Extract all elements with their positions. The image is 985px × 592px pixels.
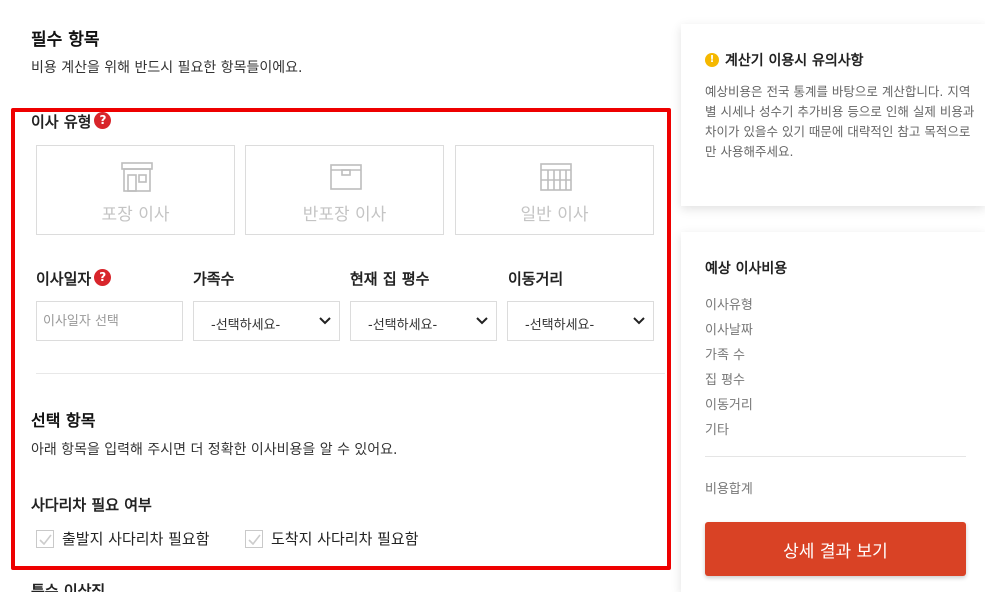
estimate-item-move-date: 이사날짜	[705, 323, 753, 338]
checkbox-box[interactable]	[245, 529, 263, 548]
move-type-option-half-packing[interactable]: 반포장 이사	[245, 145, 444, 235]
required-section-title: 필수 항목	[31, 30, 100, 50]
chevron-down-icon	[476, 317, 488, 325]
distance-field-label: 이동거리	[508, 270, 564, 288]
move-type-option-general[interactable]: 일반 이사	[455, 145, 654, 235]
move-type-option-label: 포장 이사	[101, 205, 170, 225]
detail-result-button[interactable]: 상세 결과 보기	[705, 522, 966, 576]
optional-section-title: 선택 항목	[31, 411, 96, 430]
family-select-value: -선택하세요-	[211, 318, 281, 333]
estimate-item-other: 기타	[705, 423, 729, 438]
estimate-divider	[705, 456, 966, 457]
date-help-icon[interactable]: ?	[94, 269, 112, 286]
move-type-option-label: 반포장 이사	[302, 205, 387, 225]
distance-select[interactable]: -선택하세요-	[507, 301, 654, 341]
chevron-down-icon	[319, 317, 331, 325]
check-icon	[39, 534, 52, 545]
ladder-section-title: 사다리차 필요 여부	[31, 496, 152, 514]
notice-title-text: 계산기 이용시 유의사항	[725, 53, 864, 69]
ladder-destination-label: 도착지 사다리차 필요함	[271, 530, 419, 548]
special-items-title: 특수 이삿짐	[31, 582, 106, 592]
size-field-label: 현재 집 평수	[350, 270, 430, 288]
size-select-value: -선택하세요-	[368, 318, 438, 333]
family-select[interactable]: -선택하세요-	[193, 301, 340, 341]
ladder-origin-checkbox[interactable]: 출발지 사다리차 필요함	[36, 528, 210, 549]
notice-title: ! 계산기 이용시 유의사항	[705, 50, 864, 70]
optional-section-desc: 아래 항목을 입력해 주시면 더 정확한 이사비용을 알 수 있어요.	[31, 442, 398, 458]
box-icon	[330, 164, 362, 190]
notice-body: 예상비용은 전국 통계를 바탕으로 계산합니다. 지역별 시세나 성수기 추가비…	[705, 84, 975, 159]
notice-card: ! 계산기 이용시 유의사항 예상비용은 전국 통계를 바탕으로 계산합니다. 지…	[681, 24, 985, 206]
move-type-option-packing[interactable]: 포장 이사	[36, 145, 235, 235]
chevron-down-icon	[633, 317, 645, 325]
warning-icon: !	[705, 53, 719, 67]
estimate-total-label: 비용합계	[705, 482, 753, 497]
move-type-help-icon[interactable]: ?	[94, 112, 112, 129]
estimate-item-move-type: 이사유형	[705, 298, 753, 313]
date-field-label-text: 이사일자	[36, 270, 92, 288]
storefront-icon	[121, 162, 153, 192]
move-type-label: 이사 유형?	[31, 111, 112, 132]
date-field-label: 이사일자?	[36, 268, 112, 289]
size-select[interactable]: -선택하세요-	[350, 301, 497, 341]
move-date-input[interactable]	[36, 301, 183, 341]
estimate-item-size: 집 평수	[705, 373, 746, 388]
distance-select-value: -선택하세요-	[525, 318, 595, 333]
ladder-destination-checkbox[interactable]: 도착지 사다리차 필요함	[245, 528, 419, 549]
estimate-card: 예상 이사비용 이사유형 이사날짜 가족 수 집 평수 이동거리 기타 비용합계…	[681, 232, 985, 592]
estimate-title: 예상 이사비용	[705, 261, 788, 277]
required-section-desc: 비용 계산을 위해 반드시 필요한 항목들이에요.	[31, 60, 303, 76]
move-type-label-text: 이사 유형	[31, 113, 92, 131]
move-type-option-label: 일반 이사	[520, 205, 589, 225]
estimate-item-distance: 이동거리	[705, 398, 753, 413]
section-divider	[36, 373, 665, 374]
check-icon	[248, 534, 261, 545]
crate-icon	[540, 163, 572, 191]
ladder-origin-label: 출발지 사다리차 필요함	[62, 530, 210, 548]
estimate-item-family: 가족 수	[705, 348, 746, 363]
checkbox-box[interactable]	[36, 529, 54, 548]
family-field-label: 가족수	[193, 270, 235, 288]
